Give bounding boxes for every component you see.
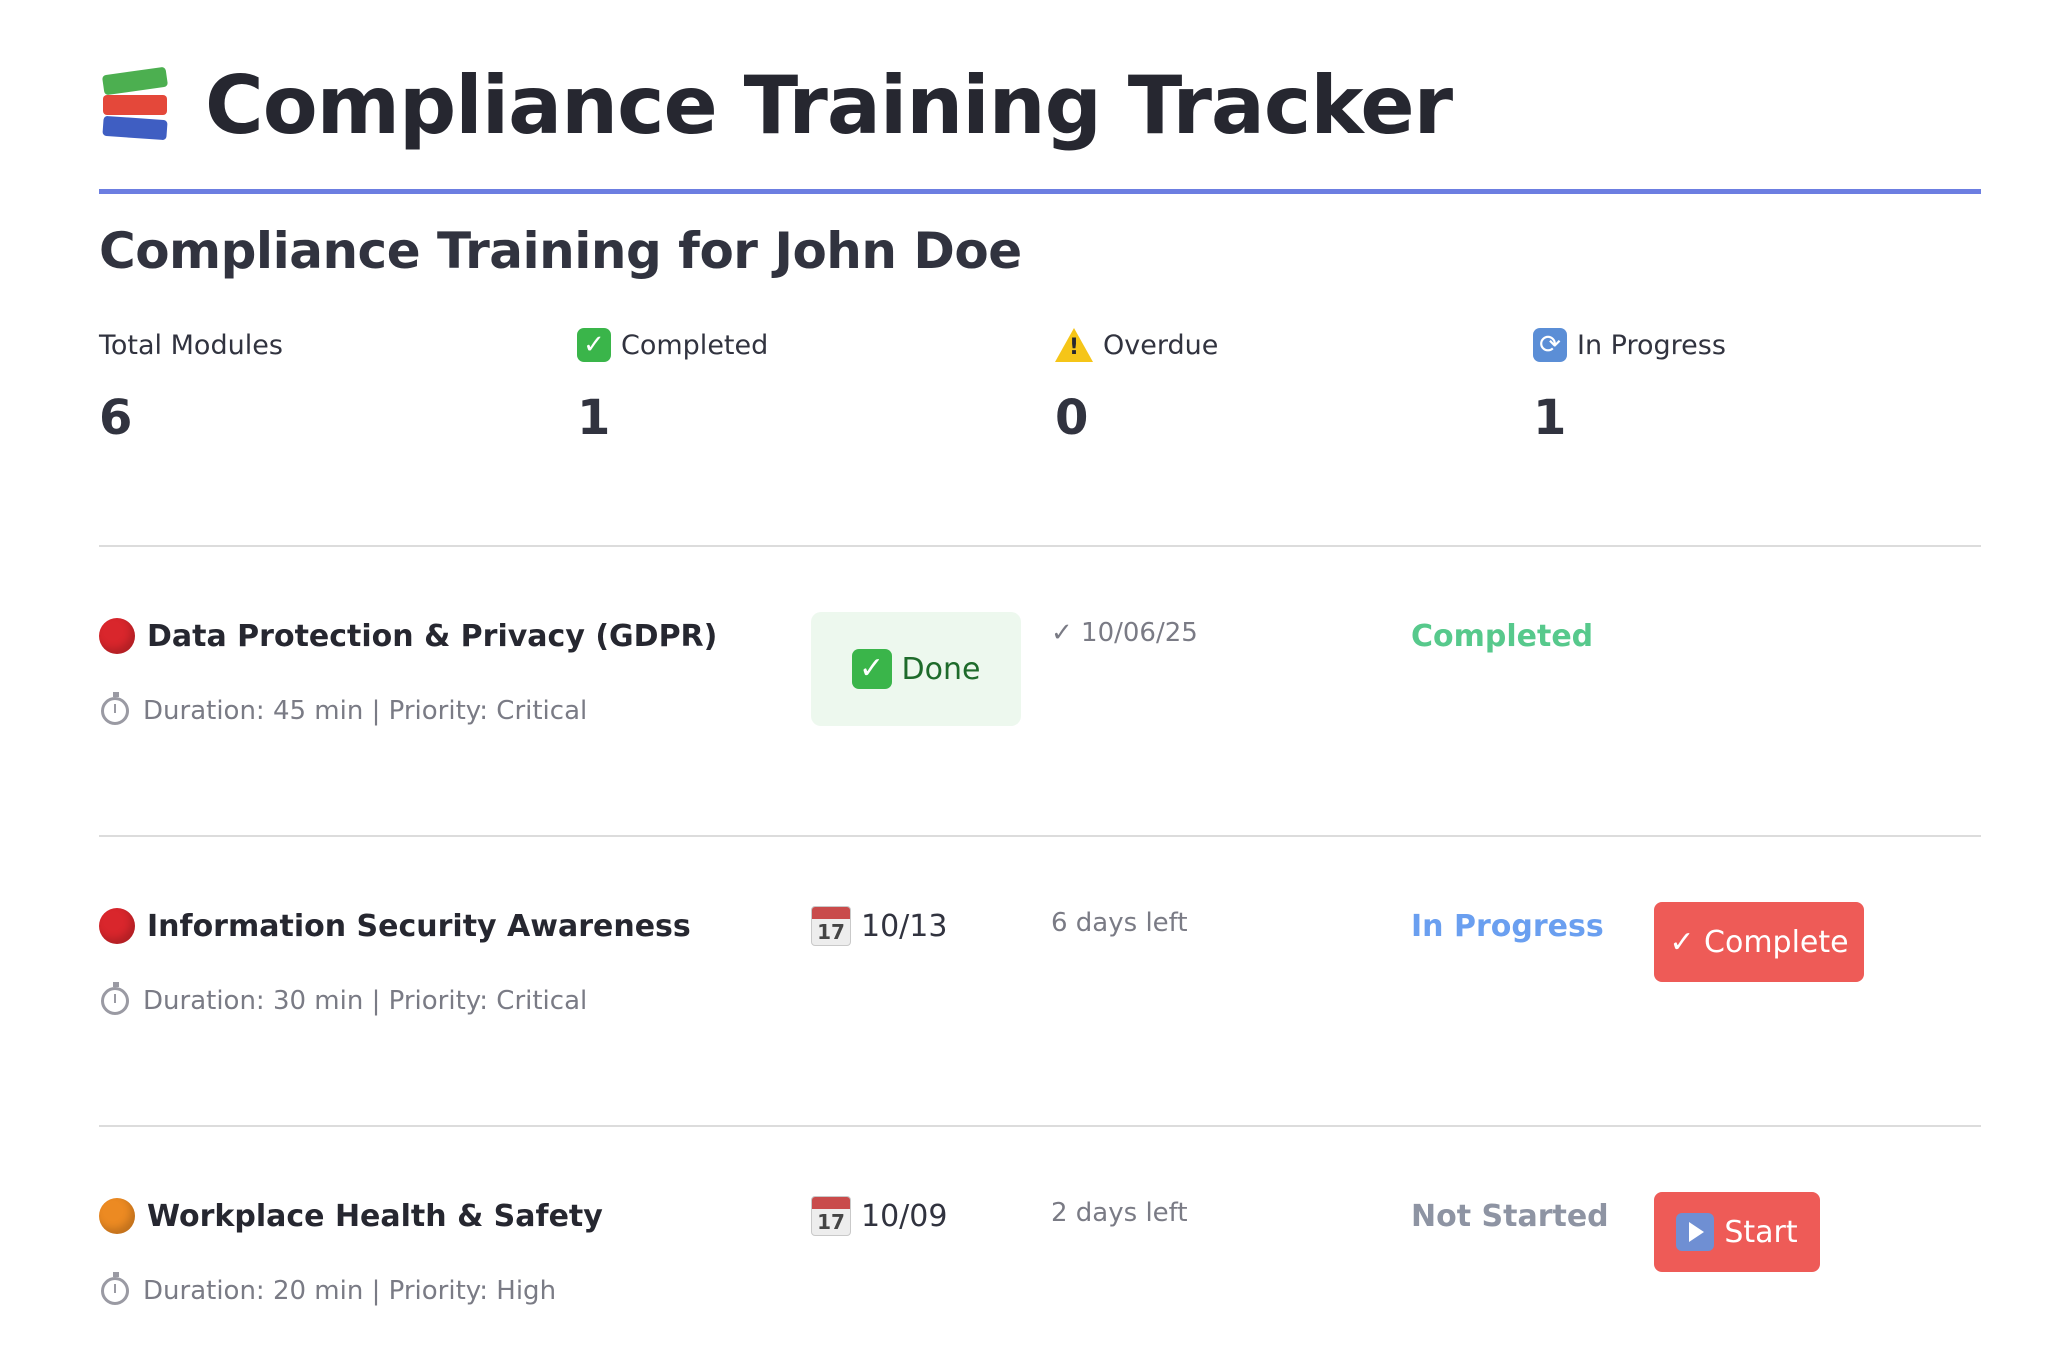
- complete-button-label: ✓ Complete: [1669, 924, 1849, 960]
- metric-completed: ✓ Completed 1: [577, 322, 768, 446]
- calendar-day: 17: [817, 1210, 845, 1234]
- module-meta-text: Duration: 45 min | Priority: Critical: [143, 696, 588, 726]
- check-mark-icon: ✓: [577, 328, 611, 362]
- metric-value: 0: [1055, 390, 1089, 446]
- module-meta-text: Duration: 20 min | Priority: High: [143, 1276, 557, 1306]
- module-meta-text: Duration: 30 min | Priority: Critical: [143, 986, 588, 1016]
- days-left: 2 days left: [1051, 1198, 1188, 1228]
- metric-label: ✓ Completed: [577, 322, 768, 368]
- priority-dot-icon: [99, 908, 135, 944]
- days-left: 6 days left: [1051, 908, 1188, 938]
- metric-label-text: In Progress: [1577, 329, 1726, 361]
- warning-icon: !: [1055, 328, 1093, 362]
- module-title: Information Security Awareness: [99, 908, 691, 944]
- status-label: In Progress: [1411, 909, 1604, 944]
- metric-value: 1: [577, 390, 611, 446]
- stopwatch-icon: [101, 982, 129, 1015]
- row-divider: [99, 1125, 1981, 1127]
- metric-overdue: ! Overdue 0: [1055, 322, 1218, 446]
- due-date: 17 10/09: [811, 1196, 947, 1236]
- metric-value: 6: [99, 390, 133, 446]
- books-icon: [99, 65, 173, 145]
- due-date-text: 10/09: [861, 1198, 948, 1234]
- metric-label: ⟳ In Progress: [1533, 322, 1726, 368]
- metric-label-text: Completed: [621, 329, 769, 361]
- complete-button[interactable]: ✓ Complete: [1654, 902, 1864, 982]
- title-divider: [99, 189, 1981, 194]
- metric-label: ! Overdue: [1055, 322, 1218, 368]
- metric-in-progress: ⟳ In Progress 1: [1533, 322, 1726, 446]
- row-divider: [99, 545, 1981, 547]
- page-title: Compliance Training Tracker: [205, 58, 1453, 152]
- module-name: Workplace Health & Safety: [147, 1198, 603, 1234]
- done-label: Done: [901, 651, 981, 687]
- start-button[interactable]: Start: [1654, 1192, 1820, 1272]
- calendar-icon: 17: [811, 906, 851, 946]
- check-mark-icon: ✓: [851, 649, 892, 689]
- completed-date: ✓ 10/06/25: [1051, 618, 1198, 648]
- due-date: 17 10/13: [811, 906, 947, 946]
- module-meta: Duration: 20 min | Priority: High: [101, 1272, 557, 1306]
- section-subtitle: Compliance Training for John Doe: [99, 222, 1022, 280]
- row-divider: [99, 835, 1981, 837]
- stopwatch-icon: [101, 692, 129, 725]
- calendar-day: 17: [817, 920, 845, 944]
- module-title: Data Protection & Privacy (GDPR): [99, 618, 717, 654]
- priority-dot-icon: [99, 618, 135, 654]
- module-name: Information Security Awareness: [147, 908, 691, 944]
- metric-total-modules: Total Modules 6: [99, 322, 283, 447]
- metric-value: 1: [1533, 390, 1567, 446]
- calendar-icon: 17: [811, 1196, 851, 1236]
- module-meta: Duration: 45 min | Priority: Critical: [101, 692, 588, 726]
- cycle-arrows-icon: ⟳: [1533, 328, 1567, 362]
- module-name: Data Protection & Privacy (GDPR): [147, 618, 718, 654]
- module-title: Workplace Health & Safety: [99, 1198, 603, 1234]
- done-indicator: ✓ Done: [811, 612, 1021, 726]
- metric-label: Total Modules: [99, 322, 283, 368]
- metric-label-text: Overdue: [1103, 329, 1219, 361]
- priority-dot-icon: [99, 1198, 135, 1234]
- status-label: Not Started: [1411, 1199, 1609, 1234]
- start-button-label: Start: [1724, 1214, 1798, 1250]
- status-label: Completed: [1411, 619, 1594, 654]
- due-date-text: 10/13: [861, 908, 948, 944]
- stopwatch-icon: [101, 1272, 129, 1305]
- play-icon: [1676, 1213, 1715, 1251]
- module-meta: Duration: 30 min | Priority: Critical: [101, 982, 588, 1016]
- header: Compliance Training Tracker: [99, 50, 1453, 160]
- metric-label-text: Total Modules: [99, 329, 283, 361]
